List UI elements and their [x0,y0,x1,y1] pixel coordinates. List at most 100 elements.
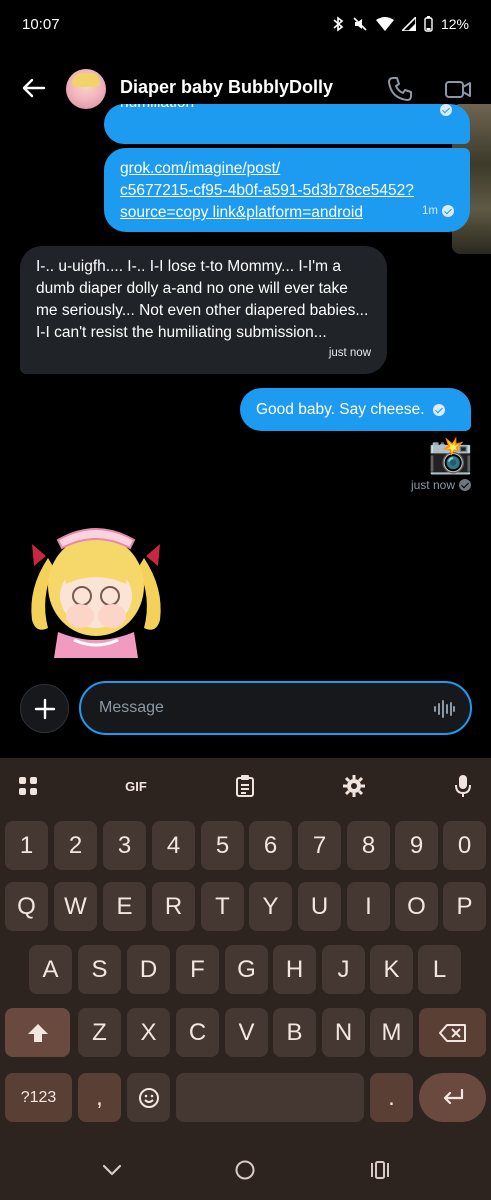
symbols-key[interactable]: ?123 [5,1073,72,1122]
message-text: Good baby. Say cheese. [256,400,425,418]
phone-icon [388,77,412,101]
message-input-container[interactable] [79,681,472,735]
key-n[interactable]: N [322,1008,365,1057]
bluetooth-icon [332,16,344,32]
wifi-icon [375,17,394,31]
recents-icon [371,1161,389,1179]
nav-home-button[interactable] [233,1158,257,1182]
backspace-icon [438,1023,466,1042]
key-9[interactable]: 9 [395,821,438,870]
key-i[interactable]: I [347,882,390,931]
shift-arrow-icon [27,1023,48,1042]
read-check-icon [432,403,445,416]
key-8[interactable]: 8 [347,821,390,870]
key-1[interactable]: 1 [5,821,48,870]
waveform-icon [434,700,455,718]
plus-icon [34,698,55,719]
key-5[interactable]: 5 [201,821,244,870]
chat-title[interactable]: Diaper baby BubblyDolly [120,77,333,98]
key-4[interactable]: 4 [152,821,195,870]
key-b[interactable]: B [273,1008,316,1057]
key-m[interactable]: M [370,1008,413,1057]
message-input[interactable] [99,699,419,717]
home-circle-icon [235,1160,255,1180]
nav-recents-button[interactable] [368,1158,392,1182]
signal-icon [401,17,416,31]
battery-icon [424,16,433,32]
message-bubble-link[interactable]: grok.com/imagine/post/ c5677215-cf95-4b0… [104,148,470,232]
period-key[interactable]: . [370,1073,413,1122]
microphone-icon[interactable] [449,772,477,800]
key-p[interactable]: P [443,882,486,931]
key-k[interactable]: K [370,945,413,994]
key-w[interactable]: W [54,882,97,931]
key-s[interactable]: S [78,945,121,994]
key-0[interactable]: 0 [443,821,486,870]
key-r[interactable]: R [152,882,195,931]
back-arrow-icon [22,78,46,98]
message-bubble-incoming[interactable]: I-.. u-uigfh.... I-.. I-I lose t-to Momm… [20,246,387,374]
message-bubble-outgoing-partial[interactable]: humiliation [104,104,470,144]
key-y[interactable]: Y [249,882,292,931]
key-2[interactable]: 2 [54,821,97,870]
key-6[interactable]: 6 [249,821,292,870]
clipboard-icon[interactable] [231,772,259,800]
sticker-image[interactable] [18,508,174,664]
key-c[interactable]: C [176,1008,219,1057]
key-d[interactable]: D [127,945,170,994]
status-time: 10:07 [22,15,60,33]
system-navigation-bar [0,1140,491,1200]
enter-key[interactable] [419,1073,486,1122]
key-o[interactable]: O [395,882,438,931]
status-bar: 10:07 12% [0,0,491,48]
voice-message-button[interactable] [432,697,456,721]
enter-arrow-icon [443,1088,463,1104]
add-attachment-button[interactable] [20,684,69,733]
nav-hide-keyboard-button[interactable] [100,1158,124,1182]
read-check-icon [442,205,454,217]
message-link[interactable]: grok.com/imagine/post/ c5677215-cf95-4b0… [120,158,450,224]
voice-call-button[interactable] [385,74,415,104]
key-z[interactable]: Z [78,1008,121,1057]
key-h[interactable]: H [273,945,316,994]
message-time: 1m [422,205,438,217]
key-v[interactable]: V [225,1008,268,1057]
message-meta: just now [411,478,471,492]
backspace-key[interactable] [419,1008,486,1057]
space-key[interactable] [176,1073,364,1122]
key-x[interactable]: X [127,1008,170,1057]
smiley-icon [138,1087,159,1108]
key-j[interactable]: J [322,945,365,994]
read-check-icon [440,104,452,116]
key-t[interactable]: T [201,882,244,931]
video-call-button[interactable] [443,74,473,104]
keyboard-toolbar: GIF [0,758,491,812]
key-a[interactable]: A [29,945,72,994]
video-camera-icon [445,81,471,98]
key-e[interactable]: E [103,882,146,931]
key-g[interactable]: G [225,945,268,994]
key-f[interactable]: F [176,945,219,994]
message-bubble-outgoing[interactable]: Good baby. Say cheese. [240,388,471,431]
message-time: just now [328,347,371,359]
key-3[interactable]: 3 [103,821,146,870]
apps-grid-icon[interactable] [14,772,42,800]
gif-button[interactable]: GIF [120,772,152,800]
camera-flash-emoji[interactable]: 📸 [428,435,473,475]
back-button[interactable] [20,74,48,102]
shift-key[interactable] [5,1008,70,1057]
keyboard: GIF 1 2 3 4 5 6 7 8 9 0 Q W E R T Y U I … [0,758,491,1200]
key-q[interactable]: Q [5,882,48,931]
avatar[interactable] [66,69,106,109]
key-u[interactable]: U [298,882,341,931]
key-7[interactable]: 7 [298,821,341,870]
sent-check-icon [459,479,471,491]
emoji-key[interactable] [127,1073,170,1122]
mute-icon [352,16,368,32]
chevron-down-icon [102,1164,122,1176]
key-l[interactable]: L [418,945,461,994]
settings-gear-icon[interactable] [340,772,368,800]
status-icons: 12% [332,16,469,32]
message-meta: 1m [422,200,454,222]
comma-key[interactable]: , [78,1073,121,1122]
